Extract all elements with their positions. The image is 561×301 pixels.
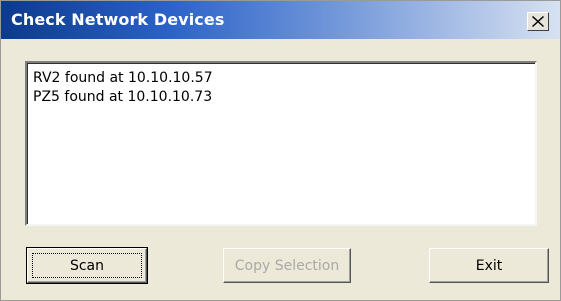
copy-selection-button: Copy Selection (223, 248, 351, 283)
results-list[interactable]: RV2 found at 10.10.10.57 PZ5 found at 10… (25, 61, 537, 226)
scan-button-label: Scan (69, 257, 105, 274)
dialog-window: Check Network Devices RV2 found at 10.10… (0, 0, 561, 301)
exit-button[interactable]: Exit (429, 248, 549, 283)
close-icon (532, 16, 544, 27)
list-item[interactable]: RV2 found at 10.10.10.57 (33, 69, 535, 88)
window-title: Check Network Devices (11, 10, 225, 29)
list-item[interactable]: PZ5 found at 10.10.10.73 (33, 88, 535, 107)
title-bar[interactable]: Check Network Devices (1, 1, 560, 39)
scan-button[interactable]: Scan (26, 247, 148, 284)
copy-selection-button-label: Copy Selection (234, 257, 340, 274)
exit-button-label: Exit (475, 257, 503, 274)
close-button[interactable] (527, 12, 549, 31)
